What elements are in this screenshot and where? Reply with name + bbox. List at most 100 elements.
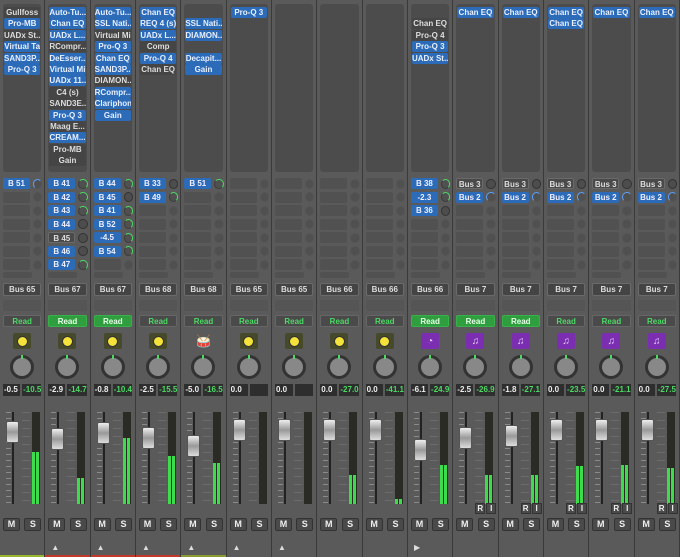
pan-knob[interactable] xyxy=(644,355,669,379)
send-level-knob[interactable] xyxy=(32,246,43,257)
mute-button[interactable]: M xyxy=(546,518,564,531)
send-row[interactable] xyxy=(637,245,677,259)
send-row[interactable] xyxy=(546,258,587,272)
group-slot[interactable] xyxy=(501,300,540,311)
send-button[interactable]: Bus 3 xyxy=(637,178,665,190)
send-level-knob[interactable] xyxy=(576,205,587,216)
send-row[interactable] xyxy=(456,231,496,245)
send-level-knob[interactable] xyxy=(576,232,587,243)
send-button[interactable]: Bus 3 xyxy=(546,178,574,190)
folder-disclosure-arrow[interactable]: ▶ xyxy=(414,543,420,552)
send-level-knob[interactable] xyxy=(304,259,315,270)
input-monitor-button[interactable]: I xyxy=(622,503,633,514)
send-level-knob[interactable] xyxy=(667,259,677,270)
send-level-knob[interactable] xyxy=(32,259,43,270)
solo-button[interactable]: S xyxy=(250,518,268,531)
send-row[interactable] xyxy=(184,204,224,218)
volume-value[interactable]: -0.5 xyxy=(3,384,21,396)
send-level-knob[interactable] xyxy=(486,259,496,270)
plugin-slot[interactable]: SSL Nati... xyxy=(94,18,131,30)
send-level-knob[interactable] xyxy=(667,232,677,243)
automation-mode-button[interactable]: Read xyxy=(365,315,404,327)
send-level-knob[interactable] xyxy=(168,259,179,270)
send-level-knob[interactable] xyxy=(440,219,451,230)
send-row[interactable]: B 44 xyxy=(93,177,133,191)
send-row[interactable] xyxy=(274,245,315,259)
plugin-slot[interactable]: Chan EQ xyxy=(139,7,177,18)
plugin-slot[interactable]: C4 (s) xyxy=(49,86,86,98)
send-level-knob[interactable] xyxy=(486,205,496,216)
send-row[interactable]: Bus 2 xyxy=(546,191,587,205)
input-monitor-button[interactable]: I xyxy=(667,503,678,514)
send-row[interactable] xyxy=(501,245,541,259)
send-level-knob[interactable] xyxy=(486,192,496,203)
send-row[interactable] xyxy=(229,258,269,272)
plugin-slots[interactable]: Chan EQ xyxy=(501,4,540,172)
send-row[interactable]: B 47 xyxy=(48,258,88,272)
empty-send-slot[interactable] xyxy=(3,259,30,271)
pan-knob[interactable] xyxy=(191,355,216,379)
pan-knob[interactable] xyxy=(10,355,35,379)
send-level-knob[interactable] xyxy=(622,219,632,230)
empty-send-slot[interactable] xyxy=(138,259,166,271)
send-level-knob[interactable] xyxy=(576,178,587,189)
empty-send-slot[interactable] xyxy=(456,245,484,257)
send-row[interactable]: B 36 xyxy=(410,204,451,218)
plugin-slot[interactable]: Gain xyxy=(185,63,222,75)
send-level-knob[interactable] xyxy=(32,232,43,243)
send-row[interactable] xyxy=(3,191,43,205)
send-level-knob[interactable] xyxy=(486,246,496,257)
send-row[interactable] xyxy=(138,218,179,232)
send-level-knob[interactable] xyxy=(667,246,677,257)
folder-disclosure-arrow[interactable]: ▲ xyxy=(187,543,195,552)
empty-send-slot[interactable] xyxy=(274,191,302,203)
send-level-knob[interactable] xyxy=(350,192,360,203)
mute-button[interactable]: M xyxy=(3,518,20,531)
peak-value[interactable]: -10.5 xyxy=(22,384,42,396)
send-button[interactable]: B 42 xyxy=(48,191,76,203)
send-level-knob[interactable] xyxy=(440,205,451,216)
send-level-knob[interactable] xyxy=(123,205,133,216)
peak-value[interactable]: -21.1 xyxy=(611,384,631,396)
plugin-slot[interactable]: Pro-Q 3 xyxy=(49,109,86,121)
send-row[interactable] xyxy=(637,258,677,272)
send-row[interactable] xyxy=(138,245,179,259)
send-row[interactable] xyxy=(501,258,541,272)
peak-value[interactable]: -41.1 xyxy=(384,384,404,396)
send-row[interactable]: B 41 xyxy=(93,204,133,218)
output-button[interactable]: Bus 65 xyxy=(3,283,42,296)
folder-disclosure-arrow[interactable]: ▲ xyxy=(278,543,286,552)
send-level-knob[interactable] xyxy=(531,246,541,257)
solo-button[interactable]: S xyxy=(69,518,87,531)
volume-value[interactable]: -5.0 xyxy=(184,384,202,396)
send-level-knob[interactable] xyxy=(32,178,43,189)
send-level-knob[interactable] xyxy=(350,205,360,216)
send-row[interactable] xyxy=(320,218,360,232)
send-level-knob[interactable] xyxy=(78,192,88,203)
send-level-knob[interactable] xyxy=(78,232,88,243)
pan-knob[interactable] xyxy=(554,355,579,379)
plugin-slot[interactable]: UADx L... xyxy=(49,29,86,41)
send-row[interactable]: Bus 3 xyxy=(456,177,496,191)
send-button[interactable]: B 43 xyxy=(48,205,76,217)
plugin-slot[interactable]: CREAM... xyxy=(49,132,86,144)
output-button[interactable]: Bus 7 xyxy=(637,283,676,296)
group-slot[interactable] xyxy=(456,300,495,311)
send-level-knob[interactable] xyxy=(214,205,224,216)
send-row[interactable]: -4.5 xyxy=(93,231,133,245)
send-row[interactable] xyxy=(592,204,632,218)
send-level-knob[interactable] xyxy=(123,232,133,243)
empty-send-slot[interactable] xyxy=(546,245,574,257)
send-level-knob[interactable] xyxy=(350,246,360,257)
volume-fader-handle[interactable] xyxy=(96,421,110,444)
send-button[interactable]: B 41 xyxy=(48,178,76,190)
peak-value[interactable]: -23.5 xyxy=(566,384,586,396)
send-row[interactable]: B 44 xyxy=(48,218,88,232)
send-level-knob[interactable] xyxy=(259,192,269,203)
send-level-knob[interactable] xyxy=(123,219,133,230)
record-enable-button[interactable]: R xyxy=(565,503,576,514)
volume-fader-handle[interactable] xyxy=(323,419,337,441)
mute-button[interactable]: M xyxy=(93,518,111,531)
output-button[interactable]: Bus 7 xyxy=(546,283,586,296)
volume-value[interactable]: 0.0 xyxy=(320,384,338,396)
